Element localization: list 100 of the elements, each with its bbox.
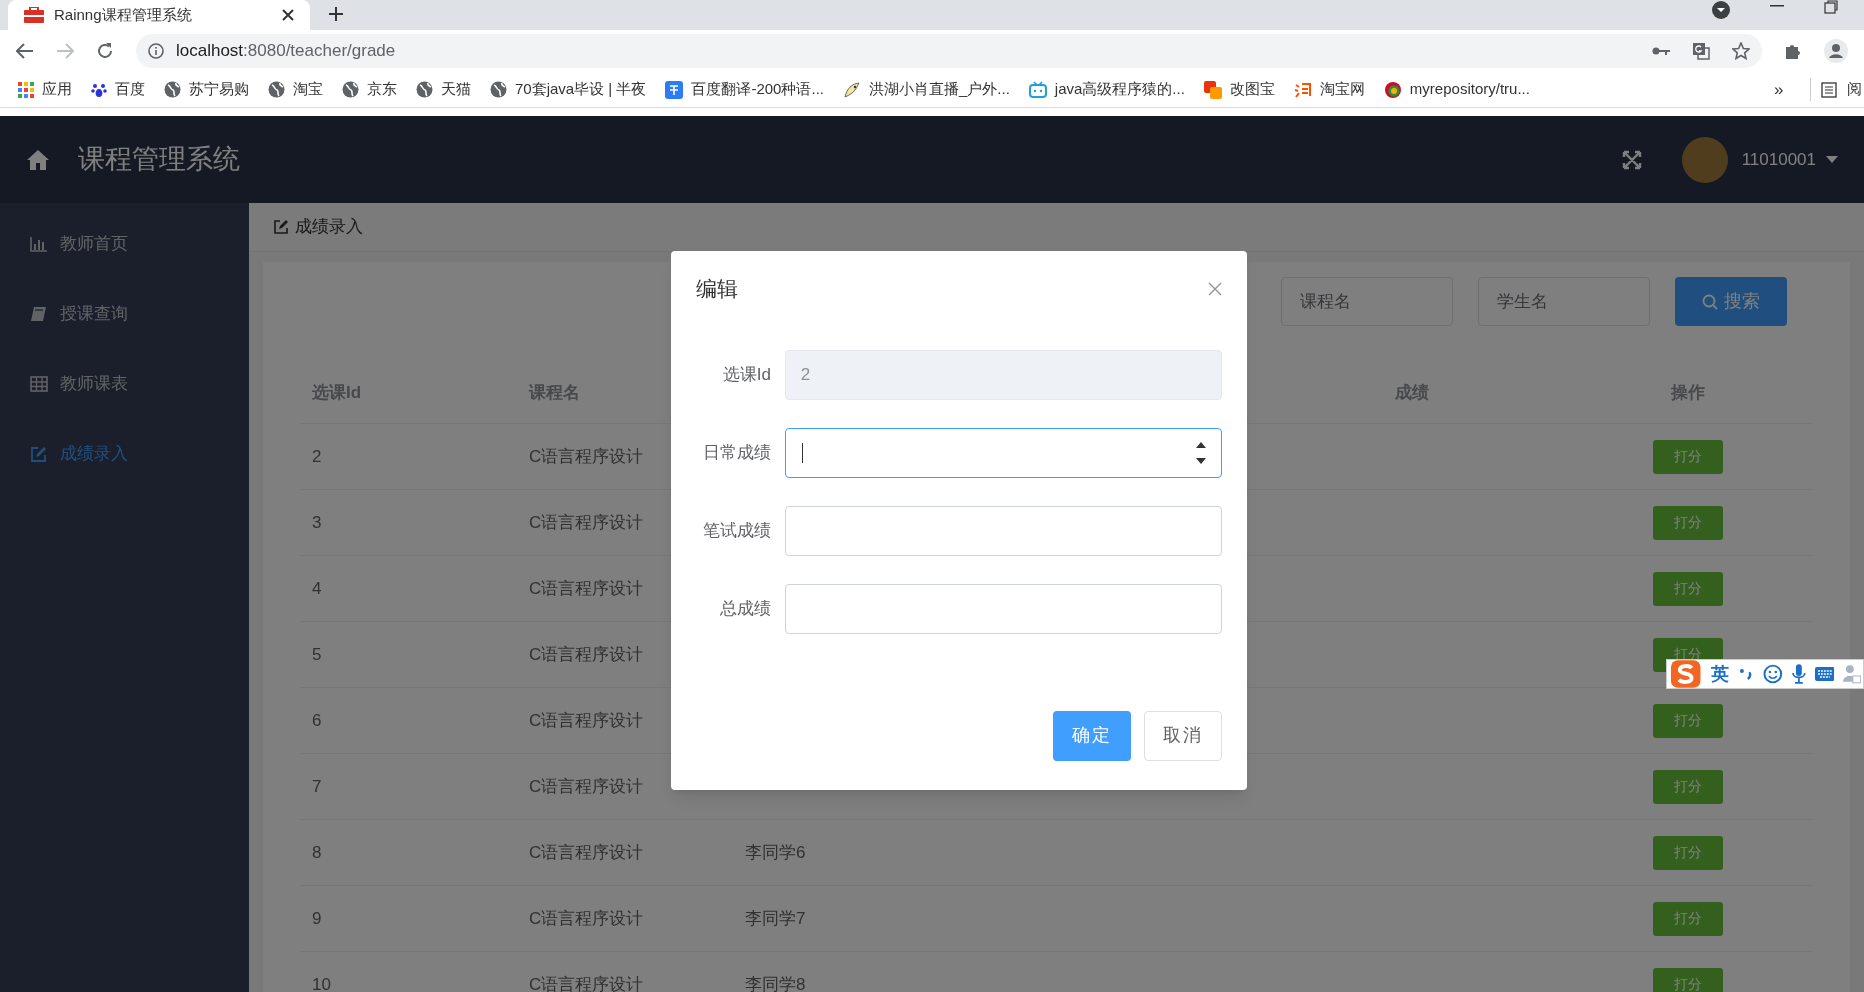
sidebar-item[interactable]: 教师首页 (0, 209, 249, 279)
bookmark[interactable]: java高级程序猿的... (1028, 78, 1185, 101)
app-title: 课程管理系统 (78, 143, 240, 177)
bookmark[interactable]: 应用 (18, 78, 72, 101)
bookmark[interactable]: 洪湖小肖直播_户外... (842, 78, 1010, 101)
bookmark[interactable]: 百度翻译-200种语... (665, 78, 824, 101)
input-field[interactable] (784, 583, 1222, 634)
new-tab-icon[interactable] (328, 6, 344, 22)
translate-icon (665, 80, 684, 99)
globe-icon (342, 81, 359, 98)
table-cell: C语言程序设计 (529, 842, 644, 862)
tv-icon (1028, 81, 1047, 98)
ring-icon (1383, 80, 1402, 99)
smiley-icon[interactable] (1763, 664, 1783, 684)
restore-icon[interactable] (1824, 0, 1838, 14)
fullscreen-icon[interactable] (1621, 149, 1642, 170)
close-icon[interactable] (282, 9, 294, 21)
table-cell: C语言程序设计 (529, 974, 644, 992)
table-icon (30, 376, 48, 392)
table-cell: C语言程序设计 (529, 908, 644, 928)
tab-title: Rainng课程管理系统 (54, 4, 193, 25)
url-text: localhost:8080/teacher/grade (176, 40, 397, 63)
search-icon (1702, 293, 1718, 310)
s-logo-icon[interactable] (1669, 659, 1703, 689)
grid-icon (18, 81, 34, 98)
field-label: 笔试成绩 (701, 519, 771, 542)
squares-icon (1203, 80, 1222, 99)
home-icon[interactable] (26, 148, 50, 171)
edit-icon (273, 219, 289, 235)
input-field: 2 (784, 349, 1222, 400)
dialog-title: 编辑 (696, 276, 738, 302)
table-cell: 9 (312, 908, 322, 928)
table-cell: C语言程序设计 (529, 710, 644, 730)
star-icon[interactable] (1732, 42, 1750, 60)
input-field[interactable] (784, 427, 1222, 478)
globe-icon (164, 81, 181, 98)
bird-icon (842, 80, 861, 99)
translate-icon[interactable] (1692, 42, 1710, 60)
reading-list-icon[interactable] (1821, 81, 1837, 98)
reload-icon[interactable] (96, 42, 114, 60)
bookmark[interactable]: 淘宝网 (1293, 78, 1365, 101)
table-cell: 5 (312, 644, 322, 664)
bookmark[interactable]: 70套java毕设 | 半夜 (490, 78, 647, 101)
breadcrumb: 成绩录入 (295, 216, 363, 239)
table-cell: 3 (312, 512, 322, 532)
caret-icon[interactable] (1826, 155, 1838, 164)
table-cell: C语言程序设计 (529, 578, 644, 598)
puzzle-icon[interactable] (1784, 42, 1802, 60)
chart-icon (30, 236, 48, 252)
field-label: 选课Id (721, 363, 771, 386)
edit-icon (30, 446, 48, 462)
toolbox-icon (24, 7, 44, 23)
keyboard-icon[interactable] (1814, 667, 1835, 681)
bookmark[interactable]: 百度 (91, 78, 145, 101)
book-icon (30, 306, 48, 322)
globe-icon (268, 81, 285, 98)
table-cell: 8 (312, 842, 322, 862)
table-cell: 10 (312, 974, 331, 992)
table-cell: 李同学7 (745, 908, 806, 928)
table-cell: 2 (312, 446, 322, 466)
bookmark[interactable]: 淘宝 (268, 78, 323, 101)
bookmark[interactable]: 京东 (342, 78, 397, 101)
user-name[interactable]: 11010001 (1741, 146, 1816, 173)
table-cell: 4 (312, 578, 322, 598)
bookmark[interactable]: 苏宁易购 (164, 78, 249, 101)
sidebar-item[interactable]: 教师课表 (0, 349, 249, 419)
table-cell: C语言程序设计 (529, 446, 644, 466)
profile-icon[interactable] (1824, 39, 1848, 63)
bookmark[interactable]: 天猫 (416, 78, 471, 101)
confirm-button[interactable]: 确定 (1053, 710, 1131, 761)
table-cell: 6 (312, 710, 322, 730)
more-bookmarks-button[interactable]: » (1774, 76, 1784, 103)
back-icon[interactable] (16, 43, 34, 59)
search-field[interactable]: 课程名 (1281, 277, 1453, 326)
microphone-icon[interactable] (1791, 664, 1806, 684)
text-caret (801, 442, 803, 463)
paw-icon (91, 81, 107, 98)
info-icon (148, 43, 164, 59)
table-cell: 7 (312, 776, 322, 796)
cancel-button[interactable]: 取消 (1144, 710, 1222, 761)
globe-icon (490, 81, 507, 98)
globe-icon (416, 81, 433, 98)
tab-search-icon[interactable] (1711, 0, 1731, 20)
sidebar-item[interactable]: 授课查询 (0, 279, 249, 349)
address-bar[interactable]: localhost:8080/teacher/grade (136, 34, 1762, 68)
bookmark[interactable]: 改图宝 (1203, 78, 1275, 101)
bookmark[interactable]: myrepository/tru... (1383, 78, 1530, 101)
reading-list-label[interactable]: 阅 (1847, 78, 1862, 101)
table-cell: 李同学8 (745, 974, 806, 992)
search-field[interactable]: 学生名 (1478, 277, 1650, 326)
table-cell: C语言程序设计 (529, 776, 644, 796)
key-icon[interactable] (1652, 46, 1670, 56)
table-cell: C语言程序设计 (529, 644, 644, 664)
table-cell: 李同学6 (745, 842, 806, 862)
field-label: 日常成绩 (701, 441, 771, 464)
table-cell: C语言程序设计 (529, 512, 644, 532)
browser-tab[interactable]: Rainng课程管理系统 (8, 0, 310, 30)
field-label: 总成绩 (718, 597, 771, 620)
minimize-icon[interactable] (1770, 5, 1784, 7)
input-field[interactable] (784, 505, 1222, 556)
